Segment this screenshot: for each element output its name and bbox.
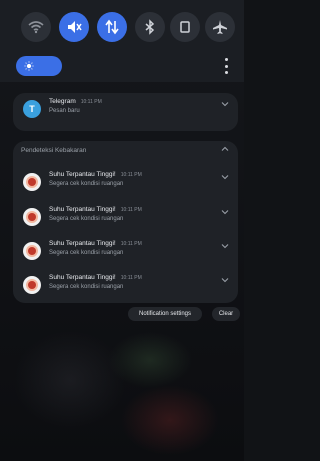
notification-title: Suhu Terpantau Tinggi! 10:11 PM xyxy=(49,240,142,247)
airplane-icon xyxy=(213,20,227,34)
airplane-mode-toggle[interactable] xyxy=(205,12,235,42)
mute-icon xyxy=(68,21,82,33)
fire-alarm-app-icon xyxy=(23,242,41,260)
notification-body: Segera cek kondisi ruangan xyxy=(49,181,124,187)
notification-title: Telegram 10:11 PM xyxy=(49,98,102,105)
more-options-button[interactable] xyxy=(224,58,228,74)
notification-body: Pesan baru xyxy=(49,108,80,114)
brightness-slider[interactable] xyxy=(16,56,62,76)
quick-toggles-row xyxy=(0,12,244,44)
fire-notification-item[interactable]: Suhu Terpantau Tinggi! 10:11 PM Segera ce… xyxy=(13,166,238,206)
telegram-app-icon: T xyxy=(23,100,41,118)
notification-title-text: Suhu Terpantau Tinggi! xyxy=(49,274,116,281)
chevron-down-icon[interactable] xyxy=(221,243,229,249)
telegram-notification[interactable]: T Telegram 10:11 PM Pesan baru xyxy=(13,93,238,133)
notification-body: Segera cek kondisi ruangan xyxy=(49,284,124,290)
notification-title: Suhu Terpantau Tinggi! 10:11 PM xyxy=(49,274,142,281)
notification-title: Suhu Terpantau Tinggi! 10:11 PM xyxy=(49,171,142,178)
chevron-down-icon[interactable] xyxy=(221,101,229,107)
mobile-data-toggle[interactable] xyxy=(97,12,127,42)
notification-time: 10:11 PM xyxy=(120,172,142,178)
notification-body: Segera cek kondisi ruangan xyxy=(49,216,124,222)
chevron-up-icon[interactable] xyxy=(221,146,229,152)
fire-alarm-app-icon xyxy=(23,208,41,226)
fire-alarm-app-icon xyxy=(23,173,41,191)
chevron-down-icon[interactable] xyxy=(221,209,229,215)
wifi-toggle[interactable] xyxy=(21,12,51,42)
dot-icon xyxy=(224,64,228,68)
notification-settings-button[interactable]: Notification settings xyxy=(128,307,202,321)
bluetooth-icon xyxy=(145,19,155,35)
notification-body: Segera cek kondisi ruangan xyxy=(49,250,124,256)
sun-icon xyxy=(24,61,34,71)
bluetooth-toggle[interactable] xyxy=(135,12,165,42)
dot-icon xyxy=(224,58,228,61)
app-name: Telegram xyxy=(49,98,76,105)
chevron-down-icon[interactable] xyxy=(221,174,229,180)
quick-settings-panel xyxy=(0,0,244,82)
notification-title-text: Suhu Terpantau Tinggi! xyxy=(49,240,116,247)
auto-rotate-toggle[interactable] xyxy=(170,12,200,42)
sound-toggle[interactable] xyxy=(59,12,89,42)
fire-detector-notification-group: Pendeteksi Kebakaran Suhu Terpantau Ting… xyxy=(13,141,238,303)
group-title: Pendeteksi Kebakaran xyxy=(21,147,87,154)
notification-title-text: Suhu Terpantau Tinggi! xyxy=(49,171,116,178)
notification-time: 10:11 PM xyxy=(120,207,142,213)
notification-time: 10:11 PM xyxy=(80,99,102,105)
notification-time: 10:11 PM xyxy=(120,241,142,247)
fire-alarm-app-icon xyxy=(23,276,41,294)
screen-rotation-icon xyxy=(180,21,190,33)
dot-icon xyxy=(224,71,228,74)
fire-notification-item[interactable]: Suhu Terpantau Tinggi! 10:11 PM Segera ce… xyxy=(13,269,238,309)
clear-notifications-button[interactable]: Clear xyxy=(212,307,240,321)
wifi-icon xyxy=(28,21,44,34)
notification-title-text: Suhu Terpantau Tinggi! xyxy=(49,206,116,213)
chevron-down-icon[interactable] xyxy=(221,277,229,283)
notification-title: Suhu Terpantau Tinggi! 10:11 PM xyxy=(49,206,142,213)
notification-time: 10:11 PM xyxy=(120,275,142,281)
telegram-notification-card[interactable]: T Telegram 10:11 PM Pesan baru xyxy=(13,93,238,131)
data-transfer-icon xyxy=(105,19,119,35)
